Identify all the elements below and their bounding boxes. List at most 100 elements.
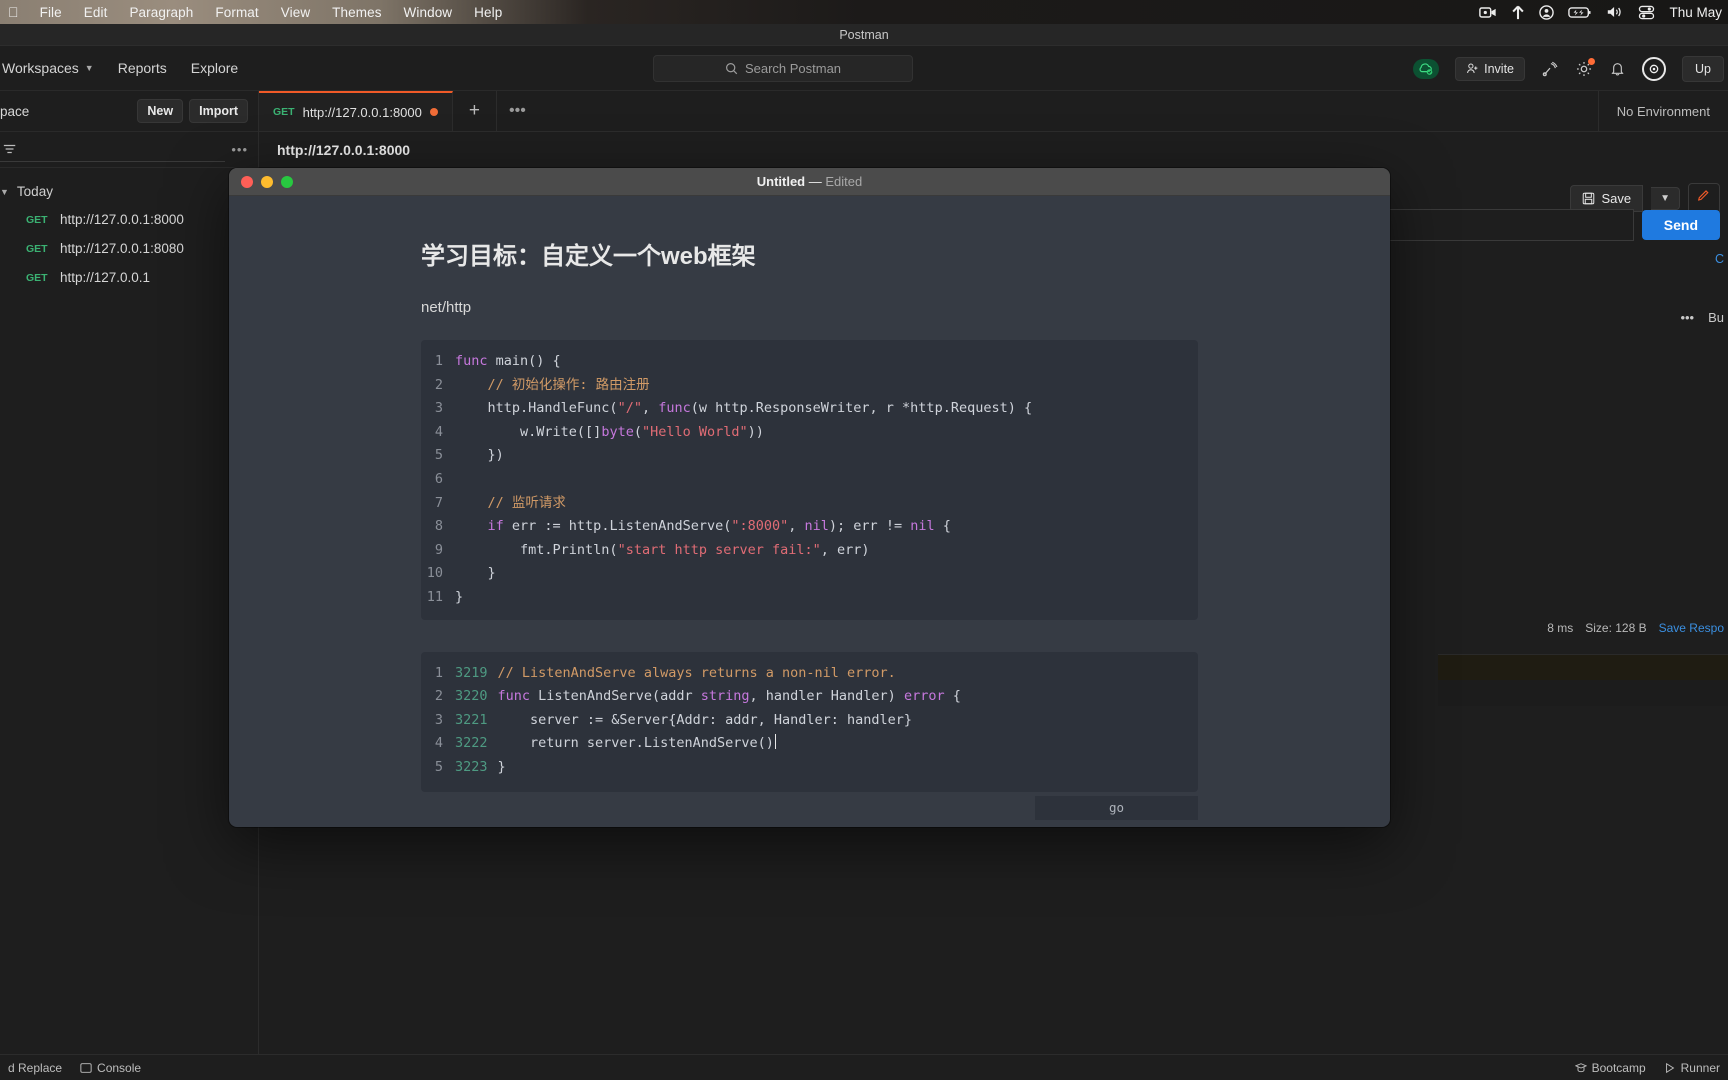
- chevron-down-icon: ▼: [84, 63, 94, 73]
- code-line: 2 3220 func ListenAndServe(addr string, ha…: [421, 685, 1198, 709]
- code-line: 5 }): [421, 444, 1198, 468]
- tab-method: GET: [273, 106, 295, 118]
- volume-icon[interactable]: [1606, 5, 1624, 19]
- text-caret: [774, 734, 776, 750]
- code-text: }): [455, 447, 504, 464]
- nav-workspaces[interactable]: Workspaces ▼: [2, 60, 94, 76]
- battery-icon[interactable]: [1568, 6, 1592, 19]
- sidebar-more-icon[interactable]: •••: [231, 142, 248, 157]
- save-disk-icon: [1583, 192, 1595, 205]
- editor-doc-name: Untitled: [756, 174, 806, 189]
- settings-gear-icon[interactable]: [1575, 57, 1596, 78]
- line-number: 4: [434, 423, 443, 440]
- code-text: // 初始化操作: 路由注册: [455, 376, 650, 393]
- page-title: http://127.0.0.1:8000: [277, 142, 411, 158]
- import-button[interactable]: Import: [189, 99, 248, 123]
- line-number: 7: [434, 494, 443, 511]
- save-dropdown-caret[interactable]: ▼: [1651, 187, 1680, 210]
- code-text: fmt.Println("start http server fail:", e…: [455, 541, 870, 558]
- search-placeholder: Search Postman: [744, 61, 842, 76]
- code-line: 1 3219 // ListenAndServe always returns a …: [421, 662, 1198, 686]
- nav-reports[interactable]: Reports: [118, 60, 167, 76]
- tabs-more-icon[interactable]: •••: [497, 91, 538, 131]
- broadcast-icon[interactable]: [1541, 60, 1559, 78]
- environment-selector[interactable]: No Environment: [1597, 91, 1728, 131]
- line-number: 2: [434, 688, 443, 705]
- bootcamp-icon: [1574, 1062, 1587, 1072]
- save-button[interactable]: Save: [1570, 185, 1644, 212]
- code-text: // 监听请求: [455, 494, 566, 511]
- sidebar-header: pace New Import: [0, 91, 258, 132]
- runner-button[interactable]: Runner: [1664, 1061, 1720, 1075]
- menu-item-edit[interactable]: Edit: [73, 3, 119, 22]
- apple-menu-icon[interactable]: : [2, 2, 29, 22]
- macos-menubar:  FileEditParagraphFormatViewThemesWindo…: [0, 0, 1728, 24]
- code-line: 1 func main() {: [421, 350, 1198, 374]
- avatar[interactable]: [1642, 56, 1667, 81]
- line-number: 9: [434, 541, 443, 558]
- editor-title: Untitled — Edited: [229, 174, 1390, 189]
- editor-content[interactable]: 学习目标：自定义一个web框架 net/http 1 func main() {2…: [229, 196, 1390, 827]
- workspace-name: pace: [0, 103, 30, 119]
- code-block-2[interactable]: 1 3219 // ListenAndServe always returns a …: [421, 651, 1198, 820]
- code-text: if err := http.ListenAndServe(":8000", n…: [487, 518, 951, 535]
- nav-workspaces-label: Workspaces: [2, 60, 79, 76]
- save-response-link[interactable]: Save Respo: [1659, 621, 1724, 635]
- menu-item-file[interactable]: File: [29, 3, 73, 22]
- screen: Postman Workspaces ▼ Reports Explore Sea…: [0, 0, 1728, 1080]
- tab-request-1[interactable]: GET http://127.0.0.1:8000: [259, 91, 453, 131]
- response-toolbar: ••• Bu: [1680, 310, 1724, 325]
- code-language-tag: go: [1035, 795, 1198, 820]
- list-item[interactable]: GET http://127.0.0.1:8000: [0, 205, 258, 234]
- search-input[interactable]: Search Postman: [653, 55, 913, 82]
- user-circle-icon[interactable]: [1539, 4, 1555, 20]
- response-more-icon[interactable]: •••: [1680, 310, 1694, 325]
- send-button[interactable]: Send: [1641, 210, 1720, 240]
- request-url: http://127.0.0.1: [60, 270, 151, 285]
- menu-item-format[interactable]: Format: [204, 3, 269, 22]
- request-url: http://127.0.0.1:8080: [60, 241, 184, 256]
- list-item[interactable]: GET http://127.0.0.1:8080: [0, 234, 258, 263]
- line-number: 1: [434, 353, 443, 369]
- control-center-icon[interactable]: [1638, 5, 1655, 20]
- bell-icon[interactable]: [1609, 60, 1626, 77]
- code-text: func main() {: [455, 353, 561, 369]
- bootcamp-button[interactable]: Bootcamp: [1574, 1061, 1646, 1075]
- find-replace-button[interactable]: d Replace: [8, 1061, 62, 1075]
- menu-item-window[interactable]: Window: [393, 3, 464, 22]
- filter-input[interactable]: [0, 138, 226, 162]
- request-method: GET: [26, 213, 48, 226]
- upload-arrow-icon[interactable]: [1511, 5, 1525, 20]
- invite-button[interactable]: Invite: [1455, 56, 1526, 81]
- sidebar-group-today[interactable]: ▼ Today: [0, 178, 258, 205]
- code-text: http.HandleFunc("/", func(w http.Respons…: [455, 400, 1033, 417]
- upgrade-button[interactable]: Up: [1682, 55, 1724, 82]
- line-number: 10: [426, 565, 443, 582]
- menu-item-themes[interactable]: Themes: [321, 3, 392, 22]
- menu-item-view[interactable]: View: [270, 3, 321, 22]
- console-icon: [80, 1062, 92, 1073]
- cookies-link[interactable]: C: [1715, 252, 1724, 266]
- video-camera-icon[interactable]: [1479, 6, 1497, 19]
- nav-explore[interactable]: Explore: [191, 60, 238, 76]
- line-number: 5: [434, 447, 443, 464]
- request-url: http://127.0.0.1:8000: [60, 212, 184, 227]
- list-item[interactable]: GET http://127.0.0.1: [0, 263, 258, 292]
- code-line: 4 w.Write([]byte("Hello World")): [421, 421, 1198, 445]
- source-line-number: 3220: [455, 688, 488, 705]
- code-text: w.Write([]byte("Hello World")): [455, 423, 764, 440]
- console-button[interactable]: Console: [80, 1061, 141, 1075]
- new-tab-button[interactable]: +: [453, 91, 497, 131]
- menubar-clock[interactable]: Thu May: [1669, 5, 1722, 20]
- menu-item-help[interactable]: Help: [463, 3, 513, 22]
- sync-status-icon[interactable]: [1413, 58, 1440, 79]
- menu-item-paragraph[interactable]: Paragraph: [118, 3, 204, 22]
- response-body-tab[interactable]: Bu: [1708, 310, 1724, 325]
- line-number: 6: [434, 470, 443, 487]
- document-heading: 学习目标：自定义一个web框架: [421, 243, 756, 270]
- code-block-1[interactable]: 1 func main() {2 // 初始化操作: 路由注册 3 http.Han…: [421, 340, 1198, 620]
- new-button[interactable]: New: [137, 99, 184, 123]
- editor-titlebar[interactable]: Untitled — Edited: [229, 168, 1390, 196]
- save-label: Save: [1601, 191, 1632, 206]
- code-text: }: [497, 758, 506, 775]
